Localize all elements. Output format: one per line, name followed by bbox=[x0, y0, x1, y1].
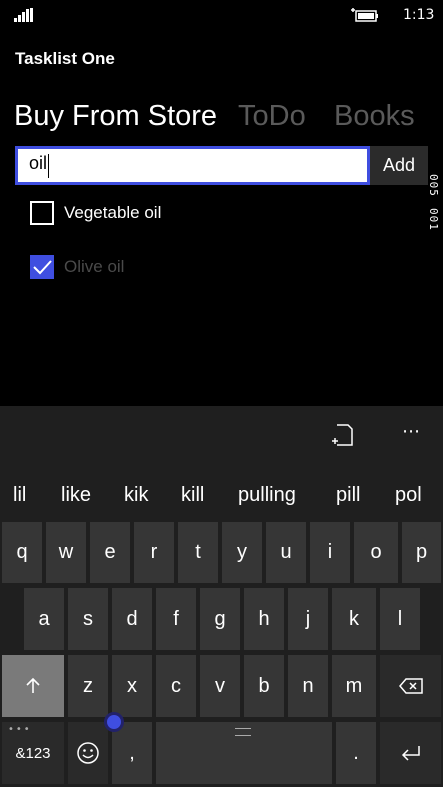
app-title: Tasklist One bbox=[15, 49, 115, 68]
key-p[interactable]: p bbox=[402, 522, 441, 583]
suggestion-word[interactable]: pill bbox=[336, 484, 360, 507]
suggestion-word[interactable]: like bbox=[61, 484, 91, 507]
period-key[interactable]: . bbox=[336, 722, 376, 784]
emoji-smiley-icon bbox=[77, 742, 99, 764]
backspace-key[interactable] bbox=[380, 655, 441, 717]
key-q[interactable]: q bbox=[2, 522, 42, 583]
key-z[interactable]: z bbox=[68, 655, 108, 717]
suggestion-word[interactable]: kill bbox=[181, 484, 204, 507]
note-add-icon[interactable] bbox=[330, 423, 354, 447]
task-label-vegetable-oil[interactable]: Vegetable oil bbox=[64, 203, 161, 223]
pivot-todo[interactable]: ToDo bbox=[238, 100, 306, 133]
battery-charging-icon bbox=[351, 8, 378, 22]
task-label-olive-oil[interactable]: Olive oil bbox=[64, 257, 124, 277]
key-e[interactable]: e bbox=[90, 522, 130, 583]
key-h[interactable]: h bbox=[244, 588, 284, 650]
task-checkbox-vegetable-oil[interactable] bbox=[30, 201, 54, 225]
suggestion-word[interactable]: lil bbox=[13, 484, 26, 507]
key-o[interactable]: o bbox=[354, 522, 398, 583]
task-checkbox-olive-oil[interactable] bbox=[30, 255, 54, 279]
clock: 1:13 bbox=[403, 7, 435, 23]
key-y[interactable]: y bbox=[222, 522, 262, 583]
key-r[interactable]: r bbox=[134, 522, 174, 583]
key-d[interactable]: d bbox=[112, 588, 152, 650]
shift-key[interactable] bbox=[2, 655, 64, 717]
key-s[interactable]: s bbox=[68, 588, 108, 650]
key-l[interactable]: l bbox=[380, 588, 420, 650]
key-j[interactable]: j bbox=[288, 588, 328, 650]
key-i[interactable]: i bbox=[310, 522, 350, 583]
key-n[interactable]: n bbox=[288, 655, 328, 717]
shift-arrow-icon bbox=[26, 677, 40, 693]
key-a[interactable]: a bbox=[24, 588, 64, 650]
cursor-control-handle-icon bbox=[235, 728, 251, 736]
key-t[interactable]: t bbox=[178, 522, 218, 583]
backspace-icon bbox=[398, 678, 423, 694]
key-b[interactable]: b bbox=[244, 655, 284, 717]
suggestion-word[interactable]: pol bbox=[395, 484, 422, 507]
key-m[interactable]: m bbox=[332, 655, 376, 717]
key-w[interactable]: w bbox=[46, 522, 86, 583]
task-input[interactable]: oil bbox=[15, 146, 370, 185]
pivot-buy-from-store[interactable]: Buy From Store bbox=[14, 100, 217, 133]
key-g[interactable]: g bbox=[200, 588, 240, 650]
text-caret bbox=[48, 154, 49, 178]
enter-key[interactable] bbox=[380, 722, 441, 784]
key-f[interactable]: f bbox=[156, 588, 196, 650]
comma-key[interactable]: , bbox=[112, 722, 152, 784]
key-u[interactable]: u bbox=[266, 522, 306, 583]
add-button[interactable]: Add bbox=[370, 146, 428, 185]
key-x[interactable]: x bbox=[112, 655, 152, 717]
key-c[interactable]: c bbox=[156, 655, 196, 717]
item-count-done: 001 bbox=[427, 208, 440, 231]
key-k[interactable]: k bbox=[332, 588, 376, 650]
item-count-total: 005 bbox=[427, 174, 440, 197]
suggestion-word[interactable]: pulling bbox=[238, 484, 296, 507]
task-input-text: oil bbox=[29, 153, 48, 173]
signal-strength-icon bbox=[14, 8, 33, 22]
key-hint-dots-icon: ••• bbox=[8, 724, 32, 735]
checkmark-icon bbox=[33, 260, 52, 275]
more-options-icon[interactable]: ⋯ bbox=[402, 421, 421, 442]
enter-arrow-icon bbox=[401, 746, 420, 761]
touch-point-indicator bbox=[104, 712, 124, 732]
key-v[interactable]: v bbox=[200, 655, 240, 717]
pivot-books[interactable]: Books bbox=[334, 100, 415, 133]
suggestion-word[interactable]: kik bbox=[124, 484, 148, 507]
emoji-key[interactable] bbox=[68, 722, 108, 784]
